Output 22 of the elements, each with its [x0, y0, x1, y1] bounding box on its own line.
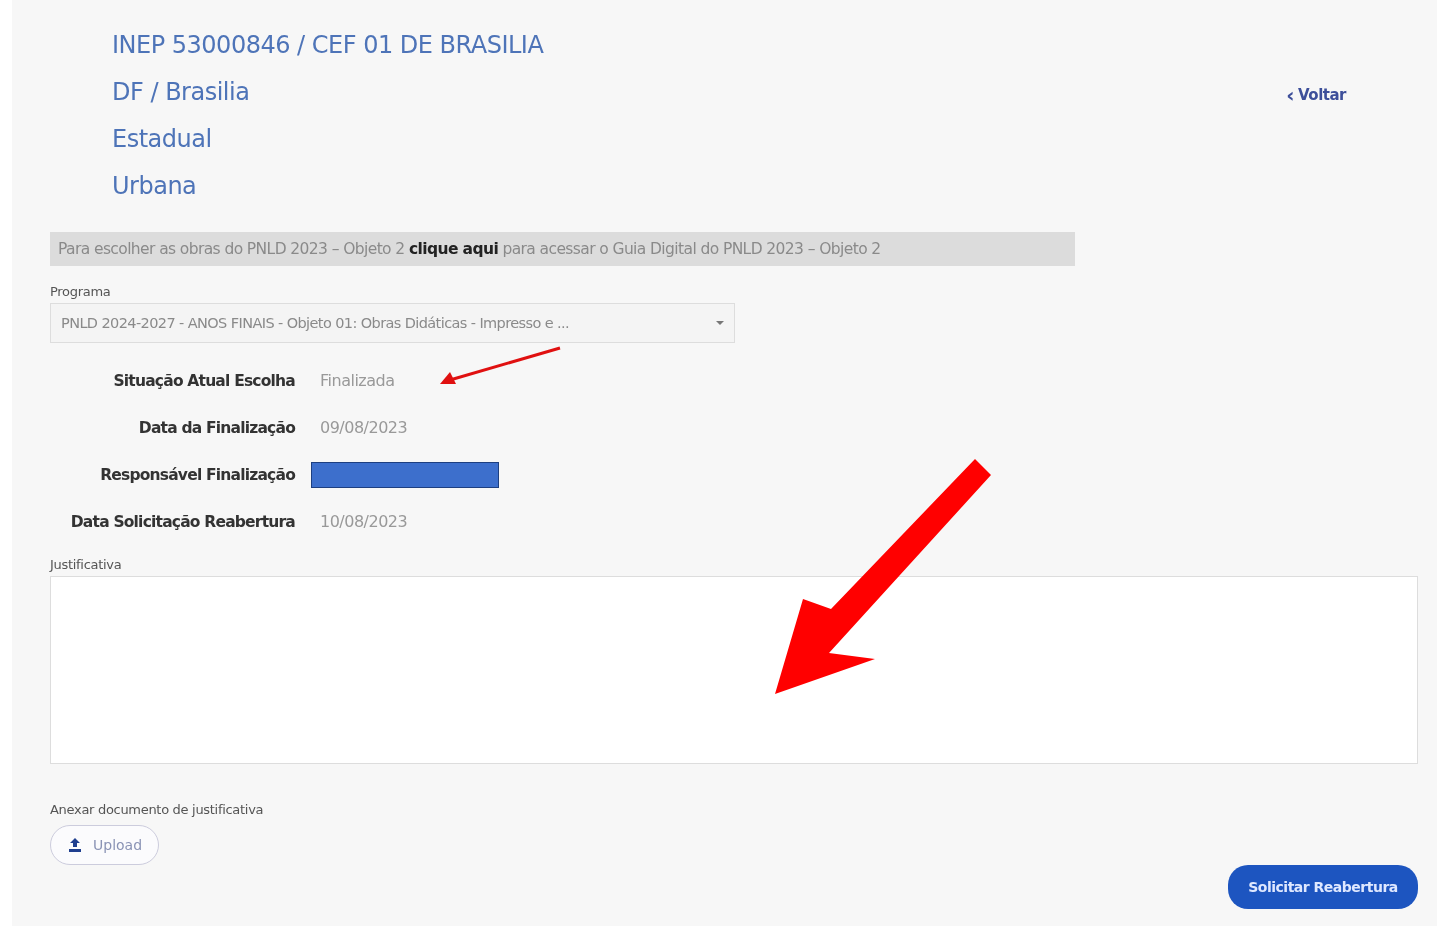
caret-icon [716, 321, 724, 325]
field-label: Anexar documento de justificativa [50, 802, 265, 817]
detail-value: Finalizada [320, 371, 395, 390]
detail-label: Data da Finalização [137, 418, 295, 437]
field-label: Programa [50, 284, 112, 299]
detail-label: Responsável Finalização [99, 465, 295, 484]
detail-value: 09/08/2023 [320, 418, 408, 437]
school-info-text: Estadual [112, 124, 213, 155]
school-info-text: DF / Brasilia [112, 77, 251, 108]
back-link[interactable]: ‹ Voltar [1286, 84, 1346, 106]
upload-icon [67, 837, 83, 853]
program-select[interactable]: PNLD 2024-2027 - ANOS FINAIS - Objeto 01: Obras Didáticas - Impresso e ... [50, 303, 735, 343]
school-info-text: INEP 53000846 / CEF 01 DE BRASILIA [112, 30, 544, 61]
upload-button[interactable]: Upload [50, 825, 160, 865]
justification-field[interactable] [50, 576, 1418, 764]
detail-label: Situação Atual Escolha [112, 371, 295, 390]
detail-value: 10/08/2023 [320, 512, 408, 531]
detail-label: Data Solicitação Reabertura [69, 512, 295, 531]
field-label: Justificativa [50, 557, 123, 572]
notice-text: Para escolher as obras do PNLD 2023 – Objeto 2 clique aqui para acessar o Guia Digital do PNLD 2023 – Objeto 2 [58, 240, 881, 258]
school-info-text: Urbana [112, 171, 198, 202]
submit-button[interactable]: Solicitar Reabertura [1228, 865, 1418, 909]
